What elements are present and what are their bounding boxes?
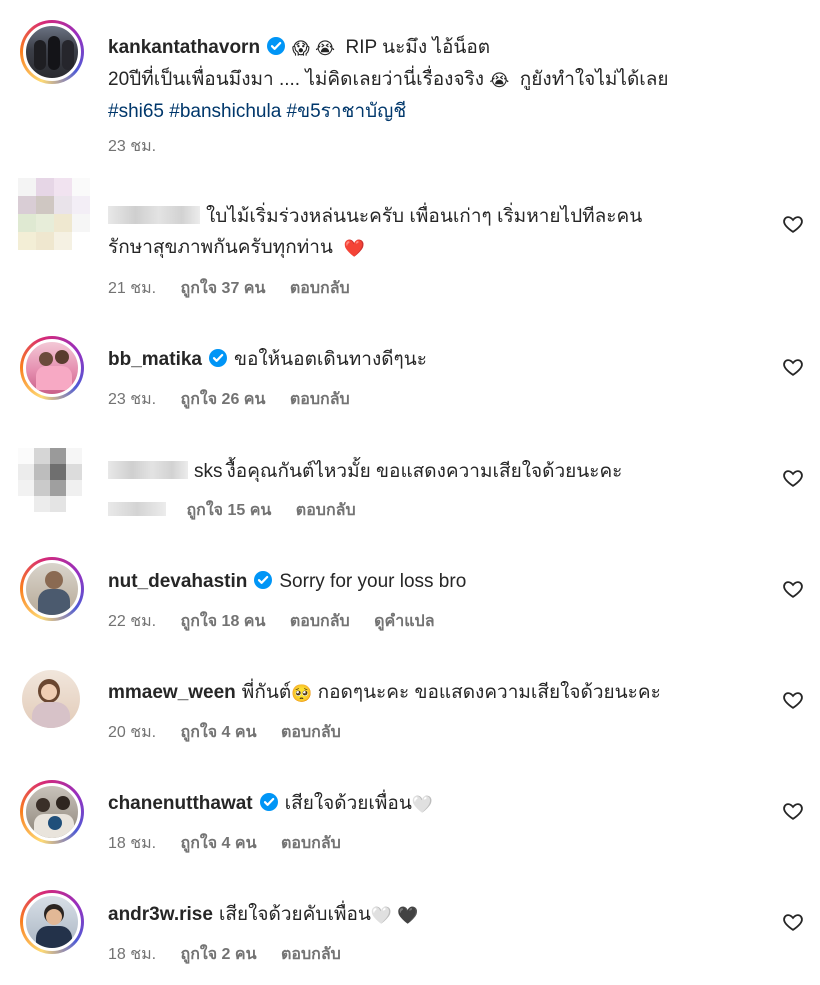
hashtag[interactable]: #ข5ราชาบัญชี — [287, 101, 407, 122]
hashtag[interactable]: #shi65 — [108, 101, 164, 122]
comment-text: เสียใจด้วยเพื่อน — [284, 793, 412, 814]
like-heart-icon[interactable] — [782, 213, 804, 235]
reply-button[interactable]: ตอบกลับ — [290, 613, 350, 630]
comment-text: งื้อคุณกันต์ไหวมั้ย ขอแสดงความเสียใจด้วย… — [226, 461, 623, 482]
username-blurred[interactable] — [108, 461, 188, 479]
like-count[interactable]: ถูกใจ 4 คน — [181, 835, 257, 852]
timestamp[interactable]: 18 ชม. — [108, 946, 156, 963]
comment-text: พี่กันต์ — [241, 682, 292, 703]
avatar[interactable] — [22, 670, 80, 728]
verified-badge-icon — [254, 571, 273, 589]
like-heart-icon[interactable] — [782, 356, 804, 378]
username[interactable]: bb_matika — [108, 349, 202, 370]
verified-badge-icon — [259, 793, 278, 811]
like-heart-icon[interactable] — [782, 689, 804, 711]
comment-text: Sorry for your loss bro — [279, 571, 467, 592]
username-suffix[interactable]: sks — [194, 461, 223, 482]
username[interactable]: nut_devahastin — [108, 571, 247, 592]
reply-button[interactable]: ตอบกลับ — [281, 946, 341, 963]
reply-button[interactable]: ตอบกลับ — [281, 835, 341, 852]
caption-line-2b: กูยังทำใจไม่ได้เลย — [519, 69, 669, 90]
scream-emoji-icon: 😱 — [292, 39, 310, 58]
reply-button[interactable]: ตอบกลับ — [290, 280, 350, 297]
timestamp[interactable]: 18 ชม. — [108, 835, 156, 852]
timestamp[interactable]: 23 ชม. — [108, 391, 156, 408]
pleading-emoji-icon: 🥺 — [291, 684, 313, 703]
like-count[interactable]: ถูกใจ 37 คน — [181, 280, 266, 297]
translate-button[interactable]: ดูคำแปล — [374, 613, 434, 630]
verified-badge-icon — [267, 37, 286, 55]
reply-button[interactable]: ตอบกลับ — [296, 502, 356, 519]
username[interactable]: chanenutthawat — [108, 793, 253, 814]
like-heart-icon[interactable] — [782, 578, 804, 600]
timestamp-blurred — [108, 502, 166, 516]
username[interactable]: andr3w.rise — [108, 904, 213, 925]
caption-line-1: RIP นะมึง ไอ้น็อต — [345, 37, 491, 58]
timestamp[interactable]: 20 ชม. — [108, 724, 156, 741]
comment-text: ขอให้นอตเดินทางดีๆนะ — [233, 349, 427, 370]
avatar[interactable] — [20, 557, 84, 621]
white-heart-icon: 🤍 — [370, 906, 393, 925]
reply-button[interactable]: ตอบกลับ — [281, 724, 341, 741]
timestamp[interactable]: 21 ชม. — [108, 280, 156, 297]
avatar[interactable] — [20, 890, 84, 954]
comment-text: รักษาสุขภาพกันครับทุกท่าน — [108, 237, 333, 258]
hashtag[interactable]: #banshichula — [169, 101, 281, 122]
crying-emoji-icon: 😭 — [315, 39, 335, 58]
username[interactable]: kankantathavorn — [108, 37, 260, 58]
like-heart-icon[interactable] — [782, 467, 804, 489]
red-heart-icon: ❤️ — [343, 239, 365, 258]
black-heart-icon: 🖤 — [397, 906, 419, 925]
username[interactable]: mmaew_ween — [108, 682, 236, 703]
like-count[interactable]: ถูกใจ 2 คน — [181, 946, 257, 963]
avatar[interactable] — [20, 780, 84, 844]
reply-button[interactable]: ตอบกลับ — [290, 391, 350, 408]
comment-text: เสียใจด้วยคับเพื่อน — [218, 904, 371, 925]
avatar-blurred[interactable] — [18, 178, 90, 250]
like-count[interactable]: ถูกใจ 15 คน — [186, 502, 271, 519]
comment-text: กอดๆนะคะ ขอแสดงความเสียใจด้วยนะคะ — [317, 682, 661, 703]
like-count[interactable]: ถูกใจ 4 คน — [181, 724, 257, 741]
like-count[interactable]: ถูกใจ 18 คน — [181, 613, 266, 630]
avatar-blurred[interactable] — [18, 448, 90, 520]
like-heart-icon[interactable] — [782, 911, 804, 933]
comment-text: ใบไม้เริ่มร่วงหล่นนะครับ เพื่อนเก่าๆ เริ… — [206, 206, 643, 227]
username-blurred[interactable] — [108, 206, 200, 224]
timestamp[interactable]: 22 ชม. — [108, 613, 156, 630]
crying-emoji-icon: 😭 — [489, 71, 510, 90]
avatar[interactable] — [20, 20, 84, 84]
caption-line-2a: 20ปีที่เป็นเพื่อนมึงมา .... ไม่คิดเลยว่า… — [108, 69, 485, 90]
white-heart-icon: 🤍 — [411, 795, 433, 814]
like-heart-icon[interactable] — [782, 800, 804, 822]
like-count[interactable]: ถูกใจ 26 คน — [181, 391, 266, 408]
timestamp[interactable]: 23 ชม. — [108, 138, 156, 155]
avatar[interactable] — [20, 336, 84, 400]
verified-badge-icon — [208, 349, 227, 367]
